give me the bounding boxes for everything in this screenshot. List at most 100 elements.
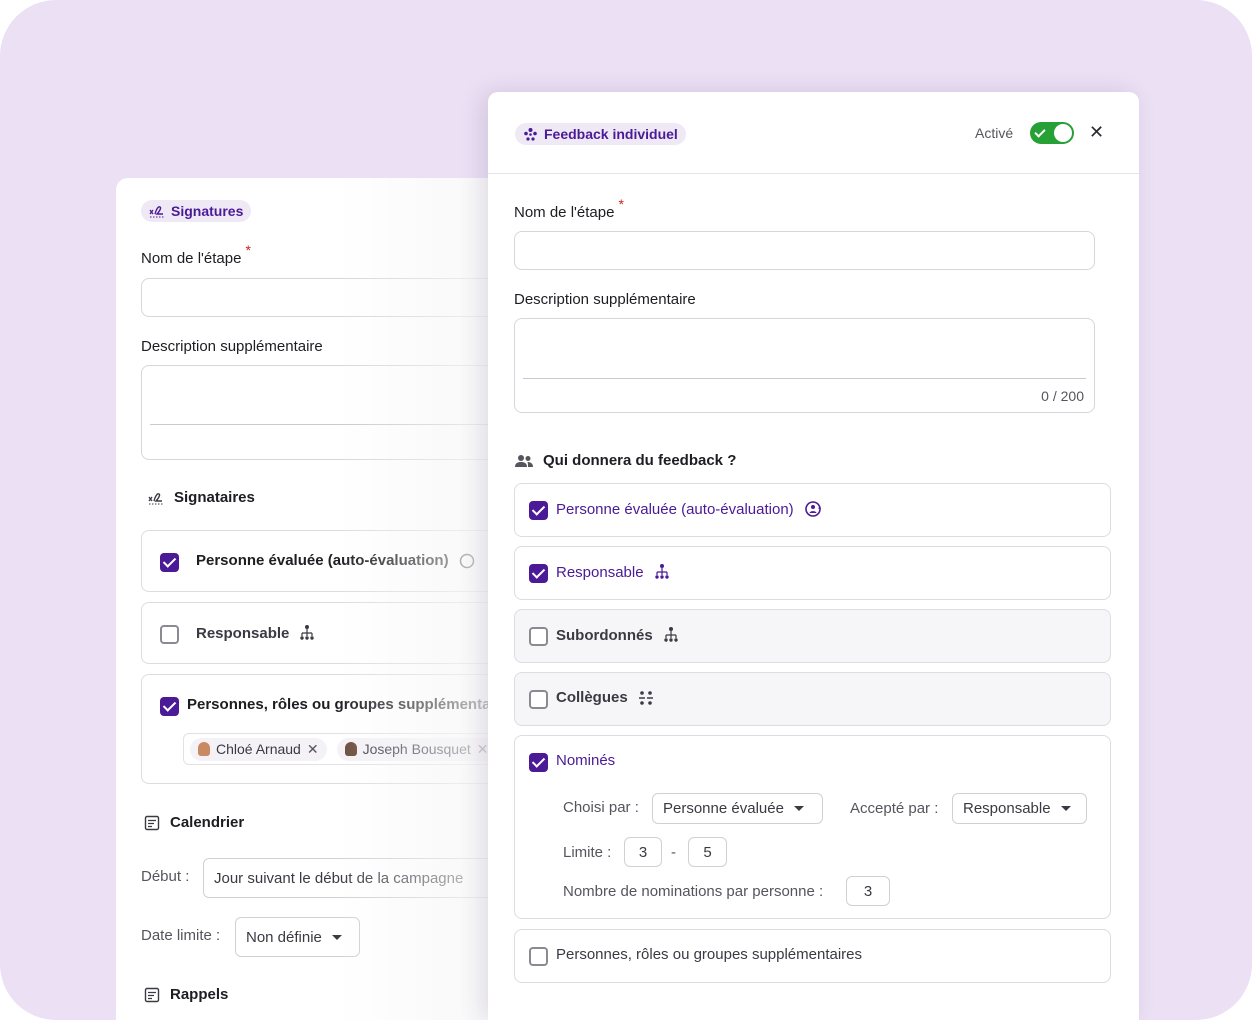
limit-min-input[interactable]: 3 <box>624 837 662 867</box>
card-header: Feedback individuel Activé ✕ <box>488 92 1139 174</box>
step-name-label: Nom de l'étape * <box>514 196 624 221</box>
feedback-badge-label: Feedback individuel <box>544 126 678 142</box>
signer-manager-label: Responsable <box>196 624 290 642</box>
giver-colleagues-label-row: Collègues <box>556 689 654 706</box>
chosen-by-value: Personne évaluée <box>663 800 784 817</box>
accepted-by-label: Accepté par : <box>850 800 939 817</box>
active-label: Activé <box>975 125 1014 141</box>
start-label: Début : <box>141 868 190 885</box>
close-icon[interactable]: ✕ <box>307 741 319 758</box>
nominations-per-person-input[interactable]: 3 <box>846 876 890 906</box>
person-chip-name: Chloé Arnaud <box>216 741 301 757</box>
signer-people-field[interactable]: Chloé Arnaud ✕ Joseph Bousquet ✕ <box>183 733 516 765</box>
giver-additional-label: Personnes, rôles ou groupes supplémentai… <box>556 946 863 963</box>
deadline-select-value: Non définie <box>246 928 322 946</box>
close-icon[interactable]: ✕ <box>1089 122 1104 143</box>
giver-subordinates-checkbox[interactable] <box>529 627 548 646</box>
self-review-icon <box>804 500 822 518</box>
giver-subordinates-label: Subordonnés <box>556 626 653 644</box>
hierarchy-icon <box>663 626 679 644</box>
signer-additional-label: Personnes, rôles ou groupes supplémentai… <box>187 696 516 713</box>
textarea-divider <box>523 378 1086 379</box>
giver-option-manager[interactable]: Responsable <box>514 546 1111 600</box>
description-textarea[interactable] <box>141 365 516 460</box>
step-name-input[interactable] <box>141 278 516 317</box>
signature-icon <box>149 204 165 218</box>
feedback-givers-title: Qui donnera du feedback ? <box>515 452 736 469</box>
reminders-section-title: Rappels <box>144 986 228 1003</box>
accepted-by-select[interactable]: Responsable <box>952 793 1087 824</box>
signer-manager-checkbox[interactable] <box>160 625 179 644</box>
giver-option-colleagues[interactable]: Collègues <box>514 672 1111 726</box>
giver-nominees-checkbox[interactable] <box>529 753 548 772</box>
textarea-divider <box>150 424 516 425</box>
signatures-badge: Signatures <box>141 200 252 222</box>
people-icon <box>515 454 533 468</box>
signer-manager-label-row: Responsable <box>196 624 315 642</box>
chevron-down-icon <box>331 934 342 940</box>
signer-self-label: Personne évaluée (auto-évaluation) <box>196 552 449 569</box>
giver-option-nominees[interactable]: Nominés Choisi par : Personne évaluée Ac… <box>514 735 1111 919</box>
signatures-step-card: Signatures Nom de l'étape * Description s… <box>116 178 516 1020</box>
signer-option-additional[interactable]: Personnes, rôles ou groupes supplémentai… <box>141 674 516 784</box>
step-name-label-text: Nom de l'étape <box>514 204 615 221</box>
calendar-title-text: Calendrier <box>170 814 245 831</box>
description-label: Description supplémentaire <box>141 338 323 355</box>
step-name-input[interactable] <box>514 231 1095 270</box>
nominations-per-person-label: Nombre de nominations par personne : <box>563 883 824 900</box>
giver-manager-label: Responsable <box>556 563 644 581</box>
hierarchy-icon <box>654 563 670 581</box>
limit-max-input[interactable]: 5 <box>688 837 727 867</box>
required-mark: * <box>618 196 624 212</box>
feedback-icon <box>523 127 538 142</box>
giver-colleagues-checkbox[interactable] <box>529 690 548 709</box>
reminder-icon <box>144 987 160 1003</box>
giver-self-checkbox[interactable] <box>529 501 548 520</box>
accepted-by-value: Responsable <box>963 800 1051 817</box>
calendar-section-title: Calendrier <box>144 814 244 831</box>
avatar <box>198 742 210 756</box>
signer-option-self[interactable]: Personne évaluée (auto-évaluation) <box>141 530 516 592</box>
close-icon[interactable]: ✕ <box>477 741 489 758</box>
giver-option-additional[interactable]: Personnes, rôles ou groupes supplémentai… <box>514 929 1111 983</box>
signer-option-manager[interactable]: Responsable <box>141 602 516 664</box>
deadline-label: Date limite : <box>141 927 221 944</box>
start-select[interactable]: Jour suivant le début de la campagne <box>203 858 516 898</box>
step-name-label-text: Nom de l'étape <box>141 250 242 267</box>
giver-self-label-row: Personne évaluée (auto-évaluation) <box>556 500 822 518</box>
limit-separator: - <box>671 844 676 861</box>
giver-nominees-label: Nominés <box>556 752 616 769</box>
calendar-icon <box>144 815 160 831</box>
chevron-down-icon <box>793 806 804 811</box>
feedback-step-card: Feedback individuel Activé ✕ Nom de l'ét… <box>488 92 1139 1020</box>
giver-colleagues-label: Collègues <box>556 689 628 706</box>
required-mark: * <box>245 242 251 258</box>
person-chip-name: Joseph Bousquet <box>362 741 471 757</box>
deadline-select[interactable]: Non définie <box>235 917 360 957</box>
description-textarea[interactable]: 0 / 200 <box>514 318 1095 413</box>
char-counter: 0 / 200 <box>1041 388 1084 404</box>
giver-option-self[interactable]: Personne évaluée (auto-évaluation) <box>514 483 1111 537</box>
signature-icon <box>148 491 164 505</box>
signers-section-title: Signataires <box>148 489 255 506</box>
chosen-by-label: Choisi par : <box>563 799 639 816</box>
giver-manager-checkbox[interactable] <box>529 564 548 583</box>
signer-self-label-row: Personne évaluée (auto-évaluation) <box>196 552 475 569</box>
person-chip: Joseph Bousquet ✕ <box>336 737 497 761</box>
avatar <box>344 742 357 756</box>
signers-title-text: Signataires <box>174 489 255 506</box>
chosen-by-select[interactable]: Personne évaluée <box>652 793 823 824</box>
giver-additional-checkbox[interactable] <box>529 947 548 966</box>
check-icon <box>1034 126 1046 138</box>
signer-self-checkbox[interactable] <box>160 553 179 572</box>
active-toggle[interactable] <box>1030 122 1074 144</box>
signatures-badge-label: Signatures <box>171 203 244 219</box>
giver-option-subordinates[interactable]: Subordonnés <box>514 609 1111 663</box>
step-name-label: Nom de l'étape * <box>141 242 251 267</box>
limit-label: Limite : <box>563 844 612 861</box>
giver-subordinates-label-row: Subordonnés <box>556 626 679 644</box>
chevron-down-icon <box>1060 806 1071 811</box>
self-review-icon <box>459 553 475 569</box>
description-label: Description supplémentaire <box>514 291 696 308</box>
signer-additional-checkbox[interactable] <box>160 697 179 716</box>
